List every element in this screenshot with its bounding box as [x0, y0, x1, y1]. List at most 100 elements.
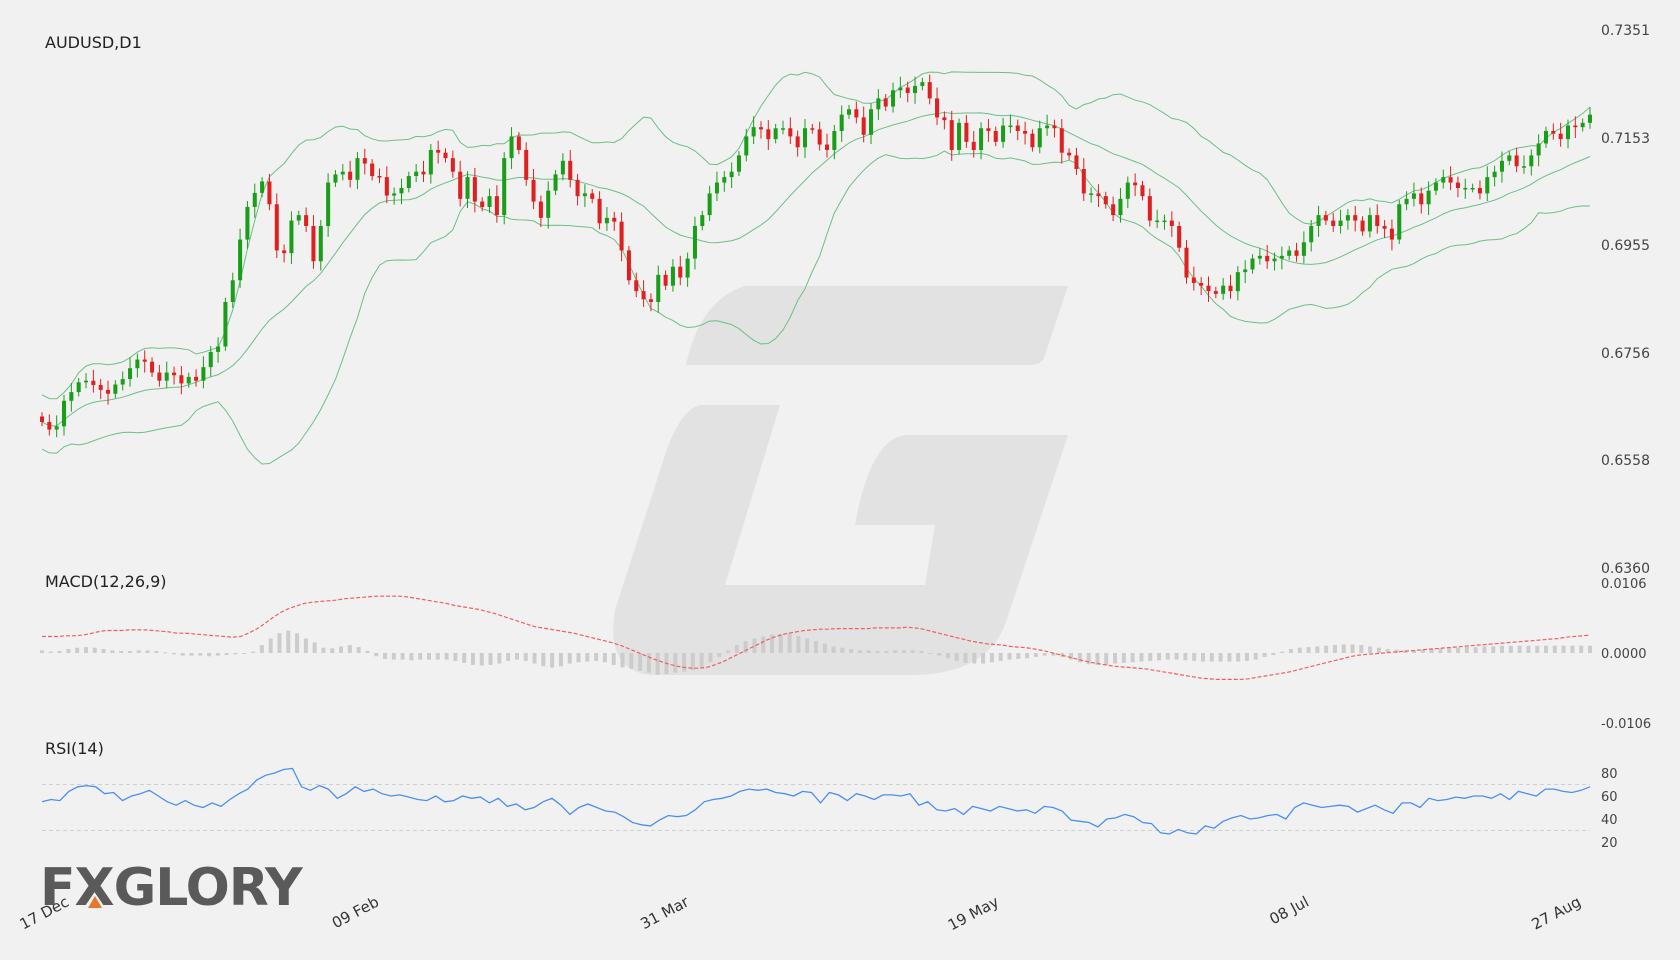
macd-histogram-bar	[435, 653, 440, 660]
candle	[920, 77, 925, 91]
macd-histogram-bar	[532, 653, 537, 664]
candle	[406, 171, 411, 193]
macd-histogram-bar	[1315, 646, 1320, 653]
macd-histogram-bar	[558, 653, 563, 667]
candle-body	[1323, 215, 1328, 221]
candle-body	[1360, 220, 1365, 232]
candle-body	[1367, 215, 1372, 232]
candle	[450, 150, 455, 178]
candle	[1008, 114, 1013, 134]
candle-body	[1265, 255, 1270, 262]
candle-body	[157, 372, 162, 381]
candle	[348, 160, 353, 188]
candle	[1089, 187, 1094, 203]
macd-histogram-bar	[708, 653, 713, 663]
candle-body	[348, 171, 353, 180]
candle-body	[106, 389, 111, 394]
macd-tick-label: 0.0106	[1601, 577, 1647, 592]
candle-body	[216, 346, 221, 352]
macd-histogram-bar	[1508, 645, 1513, 653]
macd-histogram-bar	[1297, 647, 1302, 653]
candle-body	[1228, 285, 1233, 292]
candle-body	[1543, 130, 1548, 144]
candle	[1257, 248, 1262, 265]
macd-histogram-bar	[1368, 646, 1373, 653]
rsi-tick-label: 40	[1601, 813, 1618, 828]
macd-histogram-bar	[391, 653, 396, 660]
candle	[612, 211, 617, 231]
candle	[172, 366, 177, 385]
date-tick-label: 08 Jul	[1266, 893, 1311, 929]
candle-body	[208, 351, 213, 368]
candle	[61, 394, 67, 436]
macd-histogram-bar	[110, 650, 115, 653]
price-tick-label: 0.6756	[1601, 346, 1650, 362]
candle-body	[1375, 215, 1380, 226]
macd-histogram-bar	[989, 653, 994, 663]
macd-histogram-bar	[726, 650, 731, 653]
candle	[891, 82, 896, 113]
watermark-logo	[613, 286, 1068, 675]
candle-body	[172, 372, 177, 376]
macd-histogram-bar	[734, 645, 739, 653]
candle	[1463, 178, 1468, 199]
macd-histogram-bar	[66, 649, 71, 653]
macd-histogram-bar	[383, 653, 388, 659]
candle-body	[267, 181, 272, 205]
candle	[993, 126, 998, 147]
candle	[443, 148, 448, 163]
candle	[729, 162, 734, 188]
candle-body	[1169, 220, 1174, 226]
candle	[722, 171, 727, 192]
candle-body	[135, 359, 140, 369]
candle-body	[113, 384, 118, 394]
macd-histogram-bar	[277, 633, 282, 653]
candle	[648, 293, 653, 312]
candle-body	[758, 127, 763, 130]
candle-body	[795, 136, 800, 148]
candle	[1169, 211, 1174, 237]
candle	[1558, 122, 1563, 147]
candle	[98, 379, 103, 400]
candle	[773, 123, 778, 144]
candle-body	[802, 128, 808, 148]
candle-body	[619, 221, 624, 251]
candle	[1470, 183, 1475, 193]
macd-histogram-bar	[1288, 649, 1293, 653]
candle	[685, 252, 690, 287]
macd-histogram-bar	[330, 648, 335, 653]
macd-histogram-bar	[954, 653, 959, 661]
candle	[120, 371, 125, 391]
candle	[414, 164, 419, 183]
candle-body	[1103, 196, 1108, 205]
candle	[560, 153, 565, 181]
macd-histogram-bar	[1016, 653, 1021, 659]
candle	[1382, 220, 1387, 238]
candle	[362, 148, 367, 175]
candle-body	[582, 193, 587, 197]
candle	[854, 101, 859, 124]
candle	[216, 337, 221, 363]
macd-histogram-bar	[602, 653, 607, 663]
candle	[1235, 266, 1240, 301]
candle	[766, 120, 771, 150]
macd-histogram-bar	[1253, 653, 1258, 660]
candle-body	[780, 128, 786, 130]
macd-histogram-bar	[717, 653, 722, 657]
candle	[590, 189, 595, 204]
candle-body	[377, 176, 382, 178]
candle	[304, 207, 309, 232]
price-tick-label: 0.7153	[1601, 131, 1650, 147]
macd-histogram-bar	[945, 653, 950, 659]
macd-tick-label: 0.0000	[1601, 647, 1647, 662]
candle-body	[186, 376, 191, 384]
candle	[1587, 107, 1593, 129]
candle	[1477, 180, 1482, 200]
candle-body	[810, 128, 815, 130]
candle-body	[333, 174, 338, 183]
candle	[392, 187, 397, 205]
candle	[553, 170, 558, 196]
candle-body	[524, 149, 529, 180]
candle-body	[1331, 220, 1336, 226]
macd-histogram-bar	[620, 653, 625, 668]
